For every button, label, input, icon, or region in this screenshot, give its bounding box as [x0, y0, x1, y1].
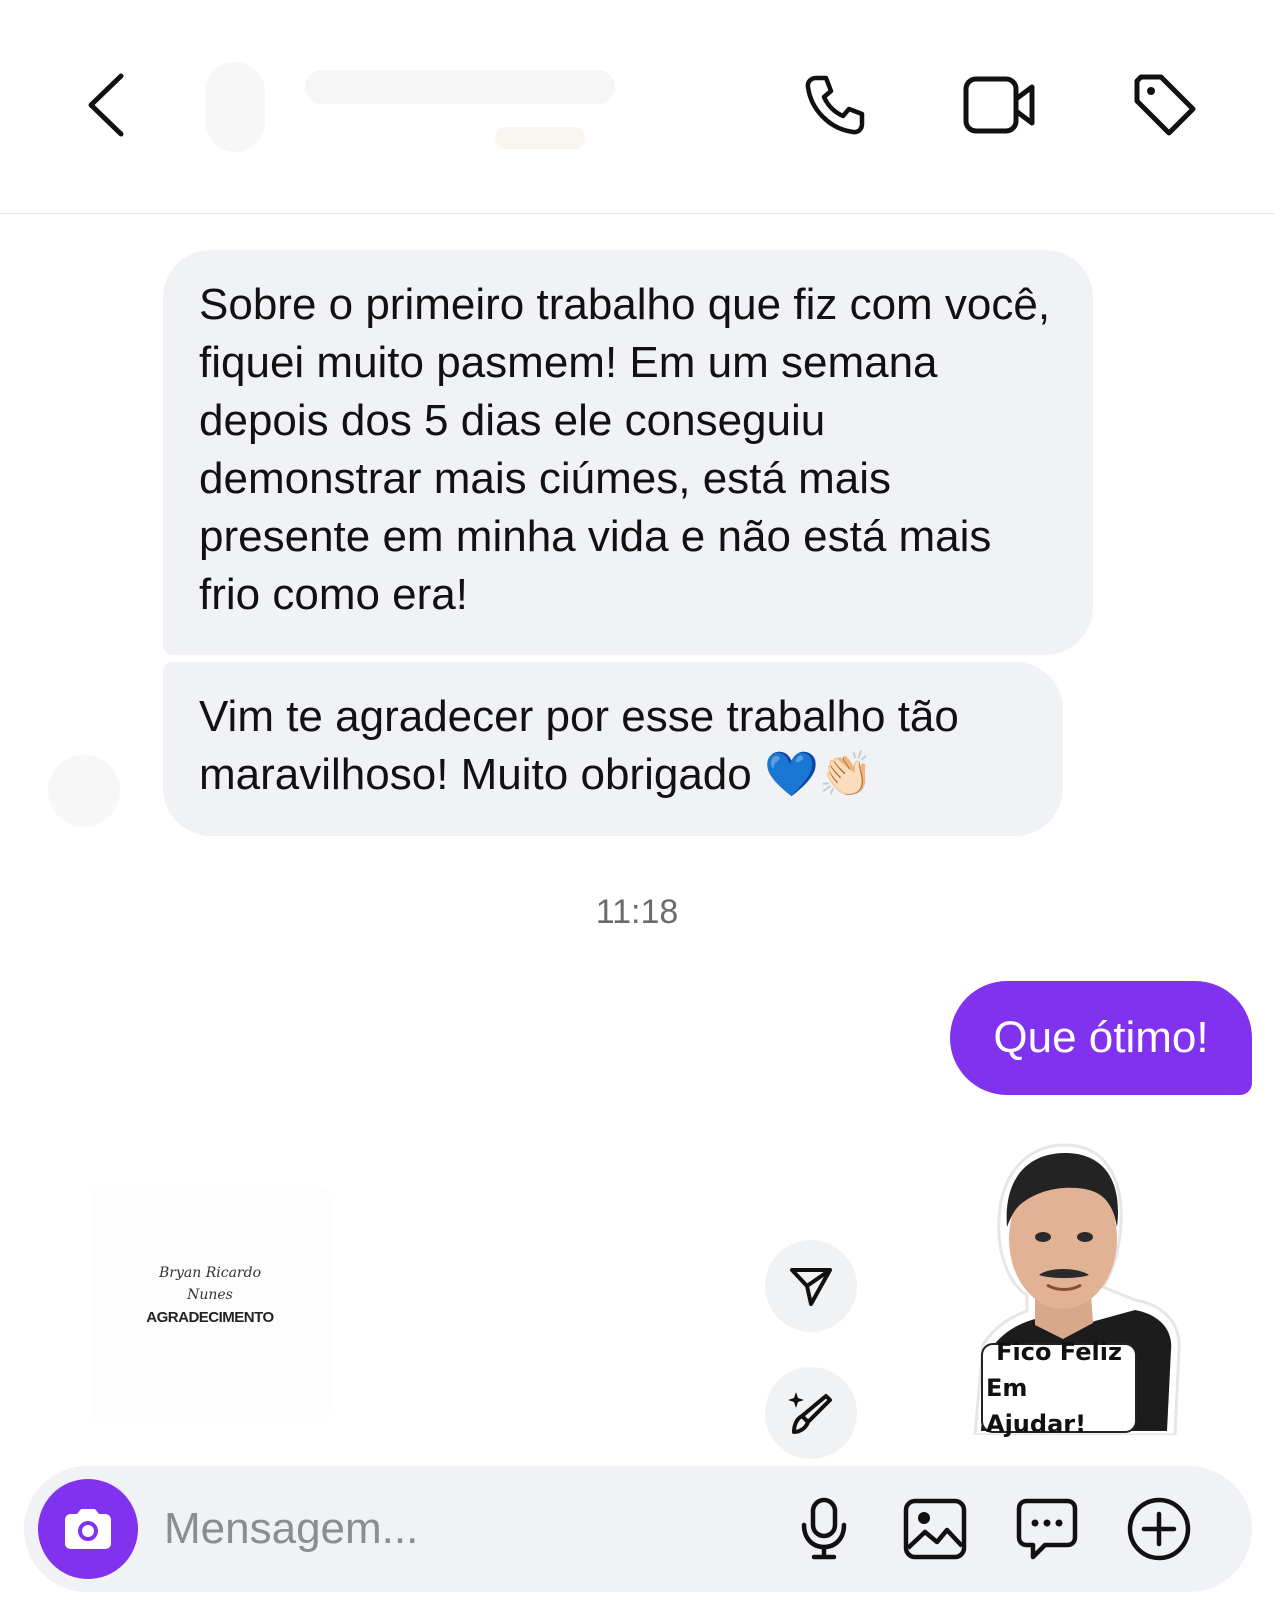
- tag-icon: [1134, 74, 1196, 136]
- message-input[interactable]: [162, 1494, 752, 1564]
- back-button[interactable]: [70, 60, 140, 150]
- sticker-caption: Fico Feliz Em Ajudar!: [983, 1338, 1135, 1438]
- image-icon: [903, 1498, 967, 1560]
- incoming-message[interactable]: Sobre o primeiro trabalho que fiz com vo…: [163, 250, 1093, 655]
- chevron-left-icon: [88, 73, 124, 137]
- tag-button[interactable]: [1125, 65, 1205, 145]
- incoming-message[interactable]: Vim te agradecer por esse trabalho tão m…: [163, 662, 1063, 836]
- message-text: Que ótimo!: [993, 1013, 1209, 1062]
- send-icon: [790, 1268, 832, 1306]
- camera-icon: [65, 1509, 111, 1549]
- sticker-line2: Em Ajudar!: [986, 1374, 1087, 1438]
- contact-subtitle: [495, 127, 585, 149]
- magic-brush-icon: [788, 1392, 832, 1434]
- more-options-button[interactable]: [1124, 1494, 1194, 1564]
- chat-bubble-icon: [1016, 1498, 1078, 1560]
- contact-info[interactable]: [195, 52, 635, 162]
- shared-image[interactable]: Bryan Ricardo Nunes AGRADECIMENTO: [90, 1185, 330, 1425]
- contact-avatar: [205, 62, 265, 152]
- message-emojis: 💙👏🏻: [763, 749, 874, 800]
- video-camera-icon: [963, 76, 1035, 134]
- voice-call-button[interactable]: [795, 65, 875, 145]
- sticker[interactable]: Fico Feliz Em Ajudar!: [935, 1135, 1195, 1438]
- sticker-line1: Fico Feliz: [996, 1338, 1122, 1366]
- sticker-chat-button[interactable]: [1012, 1494, 1082, 1564]
- video-call-button[interactable]: [955, 65, 1045, 145]
- edit-image-button[interactable]: [765, 1367, 857, 1459]
- message-text: Sobre o primeiro trabalho que fiz com vo…: [199, 280, 1051, 619]
- outgoing-message[interactable]: Que ótimo!: [950, 981, 1252, 1095]
- contact-name: [305, 70, 615, 104]
- message-composer: [24, 1466, 1252, 1592]
- message-timestamp: 11:18: [595, 893, 679, 931]
- gallery-button[interactable]: [900, 1494, 970, 1564]
- plus-circle-icon: [1127, 1497, 1191, 1561]
- camera-button[interactable]: [38, 1479, 138, 1579]
- microphone-button[interactable]: [789, 1494, 859, 1564]
- share-button[interactable]: [765, 1240, 857, 1332]
- phone-icon: [805, 75, 865, 135]
- image-script-line2: Nunes: [187, 1287, 233, 1303]
- image-title: AGRADECIMENTO: [146, 1309, 274, 1326]
- image-script-line1: Bryan Ricardo: [159, 1265, 261, 1281]
- microphone-icon: [801, 1497, 847, 1560]
- chat-header: [0, 0, 1274, 214]
- sender-avatar[interactable]: [48, 755, 120, 827]
